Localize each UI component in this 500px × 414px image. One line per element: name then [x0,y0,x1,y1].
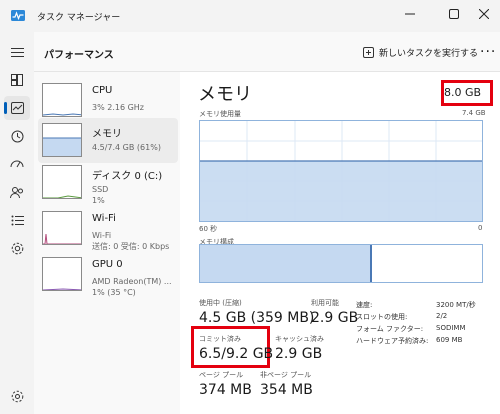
memory-thumbnail-graph [42,123,82,157]
cpu-thumbnail-graph [42,83,82,117]
paged-pool-label: ページ プール [199,371,244,379]
close-icon [479,9,489,19]
resource-card-memory[interactable]: メモリ 4.5/7.4 GB (61%) [38,118,178,163]
details-icon [11,215,24,225]
memory-title: メモリ [198,84,252,105]
form-factor-label: フォーム ファクター: [356,325,424,333]
maximize-icon [449,9,459,19]
nonpaged-pool-label: 非ページ プール [260,371,312,379]
close-button[interactable] [466,0,500,28]
settings-icon [11,390,23,402]
resource-card-wifi[interactable]: Wi-Fi Wi-Fi 送信: 0 受信: 0 Kbps [38,206,178,251]
processes-icon [11,74,23,86]
memory-composition-bar [199,244,483,283]
highlight-box-total [441,80,493,106]
title-bar: タスク マネージャー [0,0,500,32]
resource-name: ディスク 0 (C:) [92,171,163,182]
resource-card-disk[interactable]: ディスク 0 (C:) SSD 1% [38,160,178,205]
usage-graph-max: 7.4 GB [462,109,486,117]
resource-detail: 4.5/7.4 GB (61%) [92,143,161,152]
speed-value: 3200 MT/秒 [436,301,476,309]
form-factor-value: SODIMM [436,324,466,332]
in-use-value: 4.5 GB (359 MB) [199,310,315,326]
available-value: 2.9 GB [311,310,359,326]
disk-thumbnail-graph [42,165,82,199]
usage-graph-label: メモリ使用量 [199,110,241,118]
available-label: 利用可能 [311,299,339,307]
resource-card-gpu[interactable]: GPU 0 AMD Radeon(TM) ... 1% (35 °C) [38,252,178,297]
nav-processes[interactable] [4,68,30,92]
slots-used-value: 2/2 [436,312,448,320]
resource-name: メモリ [92,129,122,140]
resource-name: CPU [92,85,113,96]
wifi-thumbnail-graph [42,211,82,245]
nav-app-history[interactable] [4,124,30,148]
minimize-icon [405,13,415,15]
run-task-icon [363,47,374,58]
hardware-reserved-label: ハードウェア予約済み: [356,337,429,345]
nav-startup-apps[interactable] [4,152,30,176]
minimize-button[interactable] [392,0,428,28]
committed-label: コミット済み [199,335,241,343]
nav-users[interactable] [4,180,30,204]
resource-detail: SSD 1% [92,185,109,205]
nav-settings[interactable] [4,384,30,408]
hamburger-menu-icon [10,47,24,57]
time-axis-left: 60 秒 [199,225,218,233]
run-new-task-button[interactable]: 新しいタスクを実行する [363,46,478,59]
nonpaged-pool-value: 354 MB [260,382,313,398]
cached-value: 2.9 GB [275,346,323,362]
window-title: タスク マネージャー [37,13,121,23]
paged-pool-value: 374 MB [199,382,252,398]
startup-apps-icon [10,160,24,168]
page-title: パフォーマンス [44,50,114,61]
resource-name: GPU 0 [92,259,123,270]
nav-services[interactable] [4,236,30,260]
committed-value: 6.5/9.2 GB [199,346,274,362]
memory-usage-graph [199,120,483,222]
resource-card-cpu[interactable]: CPU 3% 2.16 GHz [38,78,178,123]
slots-used-label: スロットの使用: [356,313,408,321]
gpu-thumbnail-graph [42,257,82,291]
in-use-label: 使用中 (圧縮) [199,299,242,307]
task-manager-app-icon [11,10,25,21]
nav-details[interactable] [4,208,30,232]
app-history-icon [11,130,23,142]
navigation-rail [0,32,34,414]
more-options-button[interactable]: ... [480,40,496,56]
resource-detail: 3% 2.16 GHz [92,103,145,112]
resource-list: CPU 3% 2.16 GHz メモリ 4.5/7.4 GB (61%) ディス… [34,72,179,414]
memory-detail-panel: メモリ 8.0 GB メモリ使用量 7.4 GB 60 秒 0 メモリ構成 使用… [180,72,500,414]
memory-usage-area [200,161,482,221]
memory-in-use-segment [200,245,372,282]
users-icon [10,186,23,198]
hamburger-menu-button[interactable] [4,40,30,64]
resource-name: Wi-Fi [92,213,116,224]
run-task-label: 新しいタスクを実行する [379,49,479,59]
resource-detail: AMD Radeon(TM) ... 1% (35 °C) [92,277,172,297]
page-header: パフォーマンス 新しいタスクを実行する ... [34,32,500,72]
cached-label: キャッシュ済み [275,335,324,343]
hardware-reserved-value: 609 MB [436,336,463,344]
resource-detail: Wi-Fi 送信: 0 受信: 0 Kbps [92,231,170,251]
services-icon [11,242,23,254]
speed-label: 速度: [356,301,373,309]
performance-icon [10,102,24,114]
time-axis-right: 0 [478,224,483,232]
nav-performance[interactable] [4,96,30,120]
